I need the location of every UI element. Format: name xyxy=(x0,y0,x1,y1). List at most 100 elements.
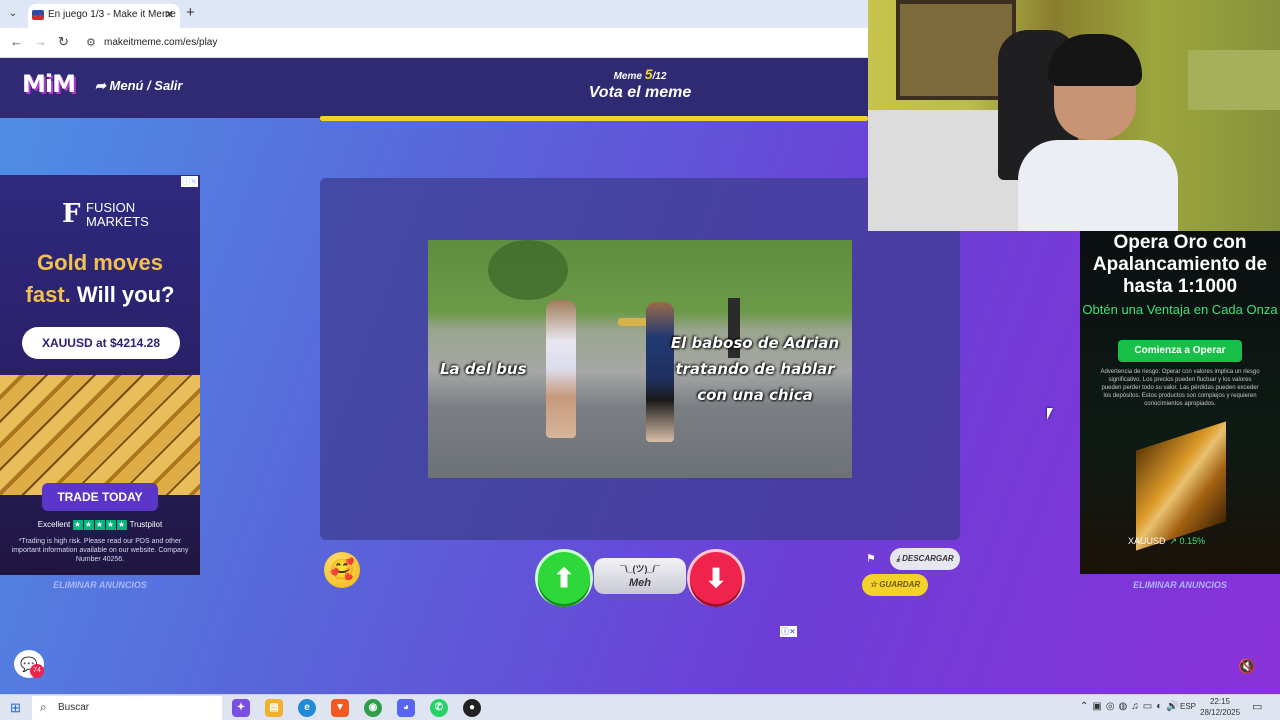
timer-progress-bar xyxy=(320,116,868,121)
ticker-change: ↗ 0.15% xyxy=(1169,536,1206,546)
clock-date: 28/12/2025 xyxy=(1200,708,1241,717)
reaction-emoji-button[interactable]: 🥰 xyxy=(324,552,360,588)
game-header: MiM ➦ Menú / Salir Meme 5/12 Vota el mem… xyxy=(0,58,868,118)
star-icon: ★ xyxy=(94,520,105,530)
ad-brand-name: FUSION MARKETS xyxy=(86,201,149,229)
ad-headline-white: Will you? xyxy=(70,282,175,307)
webcam-person-hair xyxy=(1048,34,1142,86)
tab-close-icon[interactable]: ✕ xyxy=(165,8,174,21)
meme-image: La del bus El baboso de Adrian tratando … xyxy=(428,240,852,478)
trustpilot-rating: Excellent ★ ★ ★ ★ ★ Trustpilot xyxy=(0,520,200,530)
meme-girl-figure xyxy=(546,300,576,438)
windows-taskbar: ⊞ ⌕ Buscar ✦ ▤ e ▼ ◉ ◕ ✆ ● ⌃▣◎◍♫▭◐🔊 ESP … xyxy=(0,694,1280,720)
new-tab-icon[interactable]: + xyxy=(186,4,195,21)
ad-headline: Gold moves fast. Will you? xyxy=(0,247,200,311)
obs-icon[interactable]: ● xyxy=(463,699,481,717)
star-icon: ★ xyxy=(83,520,94,530)
copilot-icon[interactable]: ✦ xyxy=(232,699,250,717)
rating-label: Excellent xyxy=(37,520,71,529)
reload-icon[interactable]: ↻ xyxy=(58,34,69,50)
site-info-icon[interactable]: ⚙ xyxy=(86,36,98,49)
star-icon: ★ xyxy=(72,520,83,530)
remove-ads-link-right[interactable]: ELIMINAR ANUNCIOS xyxy=(1080,580,1280,590)
ad-headline-gold-2: fast. xyxy=(25,282,71,307)
meme-counter: Meme 5/12 xyxy=(560,66,720,82)
ad-price-pill[interactable]: XAUUSD at $4214.28 xyxy=(22,327,180,359)
ad-disclaimer: *Trading is high risk. Please read our P… xyxy=(11,538,189,563)
price-ticker: XAUUSD ↗ 0.15% xyxy=(1128,536,1205,547)
trade-today-button[interactable]: TRADE TODAY xyxy=(42,483,158,511)
address-bar: ← → ↻ ⚙ makeitmeme.com/es/play xyxy=(0,28,868,58)
mute-icon[interactable]: 🔇 xyxy=(1238,658,1255,675)
meme-watermark: ····· xyxy=(836,468,846,474)
ad-brand-line1: FUSION xyxy=(86,200,136,215)
language-indicator[interactable]: ESP xyxy=(1180,702,1196,711)
meh-button[interactable]: ¯\_(ツ)_/¯ Meh xyxy=(594,558,686,594)
clock-time: 22:15 xyxy=(1209,697,1231,706)
save-button[interactable]: ☆ GUARDAR xyxy=(862,574,928,596)
webcam-person-shirt xyxy=(1018,140,1178,231)
ad-disclaimer: Advertencia de riesgo: Operar con valore… xyxy=(1100,369,1260,407)
tab-title: En juego 1/3 - Make it Meme xyxy=(48,9,176,20)
file-explorer-icon[interactable]: ▤ xyxy=(265,699,283,717)
download-button[interactable]: ⤓ DESCARGAR xyxy=(890,548,960,570)
trustpilot-label: Trustpilot xyxy=(129,520,163,529)
webcam-shelf xyxy=(1188,50,1280,110)
search-icon: ⌕ xyxy=(40,700,47,714)
search-placeholder: Buscar xyxy=(58,702,90,713)
makeitmeme-logo[interactable]: MiM xyxy=(22,70,76,102)
edge-icon[interactable]: e xyxy=(298,699,316,717)
url-field[interactable]: makeitmeme.com/es/play xyxy=(104,37,217,48)
meme-total: /12 xyxy=(652,71,667,82)
meme-card: La del bus El baboso de Adrian tratando … xyxy=(320,178,960,540)
star-icon: ★ xyxy=(105,520,116,530)
taskbar-search[interactable]: ⌕ Buscar xyxy=(32,696,222,720)
ticker-symbol: XAUUSD xyxy=(1128,536,1166,546)
fusion-logo-icon: F xyxy=(62,199,81,229)
upvote-button[interactable]: ⬆ xyxy=(538,552,590,604)
system-tray-icons[interactable]: ⌃▣◎◍♫▭◐🔊 xyxy=(1080,701,1183,712)
back-icon[interactable]: ← xyxy=(10,34,23,49)
meme-tree xyxy=(488,240,568,300)
ad-headline: Opera Oro con Apalancamiento de hasta 1:… xyxy=(1092,232,1268,297)
tab-search-chevron-icon[interactable]: ⌄ xyxy=(4,5,22,23)
remove-ads-link-left[interactable]: ELIMINAR ANUNCIOS xyxy=(0,580,200,590)
gold-bars-image xyxy=(1136,421,1226,551)
ad-brand-line2: MARKETS xyxy=(86,214,149,229)
page-title: Vota el meme xyxy=(588,84,692,101)
star-icon: ★ xyxy=(116,520,127,530)
flag-favicon-icon xyxy=(32,10,44,20)
ad-subheadline: Obtén una Ventaja en Cada Onza xyxy=(1082,302,1278,317)
brave-icon[interactable]: ▼ xyxy=(331,699,349,717)
report-flag-icon[interactable]: ⚑ xyxy=(866,552,876,565)
discord-icon[interactable]: ◕ xyxy=(397,699,415,717)
ad-choices-icon[interactable]: ⓘ⨯ xyxy=(181,176,198,187)
mouse-cursor-icon xyxy=(1047,408,1053,420)
forward-icon[interactable]: → xyxy=(34,34,47,49)
windows-start-icon[interactable]: ⊞ xyxy=(10,701,24,715)
meh-label: Meh xyxy=(629,577,651,589)
taskbar-clock[interactable]: 22:15 28/12/2025 xyxy=(1200,696,1240,718)
timer-progress-fill xyxy=(320,116,868,121)
gold-bars-image xyxy=(0,375,200,495)
ad-choices-icon[interactable]: ⓘ⨯ xyxy=(780,626,797,637)
menu-exit-button[interactable]: ➦ Menú / Salir xyxy=(95,78,182,94)
whatsapp-icon[interactable]: ✆ xyxy=(430,699,448,717)
notification-icon[interactable]: ▭ xyxy=(1252,700,1262,713)
start-trading-button[interactable]: Comienza a Operar xyxy=(1118,340,1242,362)
chat-count-badge: 74 xyxy=(30,664,44,678)
downvote-button[interactable]: ⬇ xyxy=(690,552,742,604)
browser-tab-bar: ⌄ En juego 1/3 - Make it Meme ✕ + xyxy=(0,0,868,28)
meme-counter-prefix: Meme xyxy=(613,71,645,82)
left-ad-banner[interactable]: ⓘ⨯ F FUSION MARKETS Gold moves fast. Will … xyxy=(0,175,200,575)
browser-tab[interactable]: En juego 1/3 - Make it Meme ✕ xyxy=(28,4,180,28)
meh-face: ¯\_(ツ)_/¯ xyxy=(620,564,660,574)
chrome-icon[interactable]: ◉ xyxy=(364,699,382,717)
meme-trumpet xyxy=(618,318,648,326)
webcam-overlay xyxy=(868,0,1280,231)
meme-current-number: 5 xyxy=(644,66,653,82)
meme-caption-left: La del bus xyxy=(440,360,527,378)
meme-caption-right: El baboso de Adrian tratando de hablar c… xyxy=(670,334,840,404)
right-ad-banner[interactable]: Opera Oro con Apalancamiento de hasta 1:… xyxy=(1080,230,1280,574)
ad-headline-gold-1: Gold moves xyxy=(37,250,163,275)
